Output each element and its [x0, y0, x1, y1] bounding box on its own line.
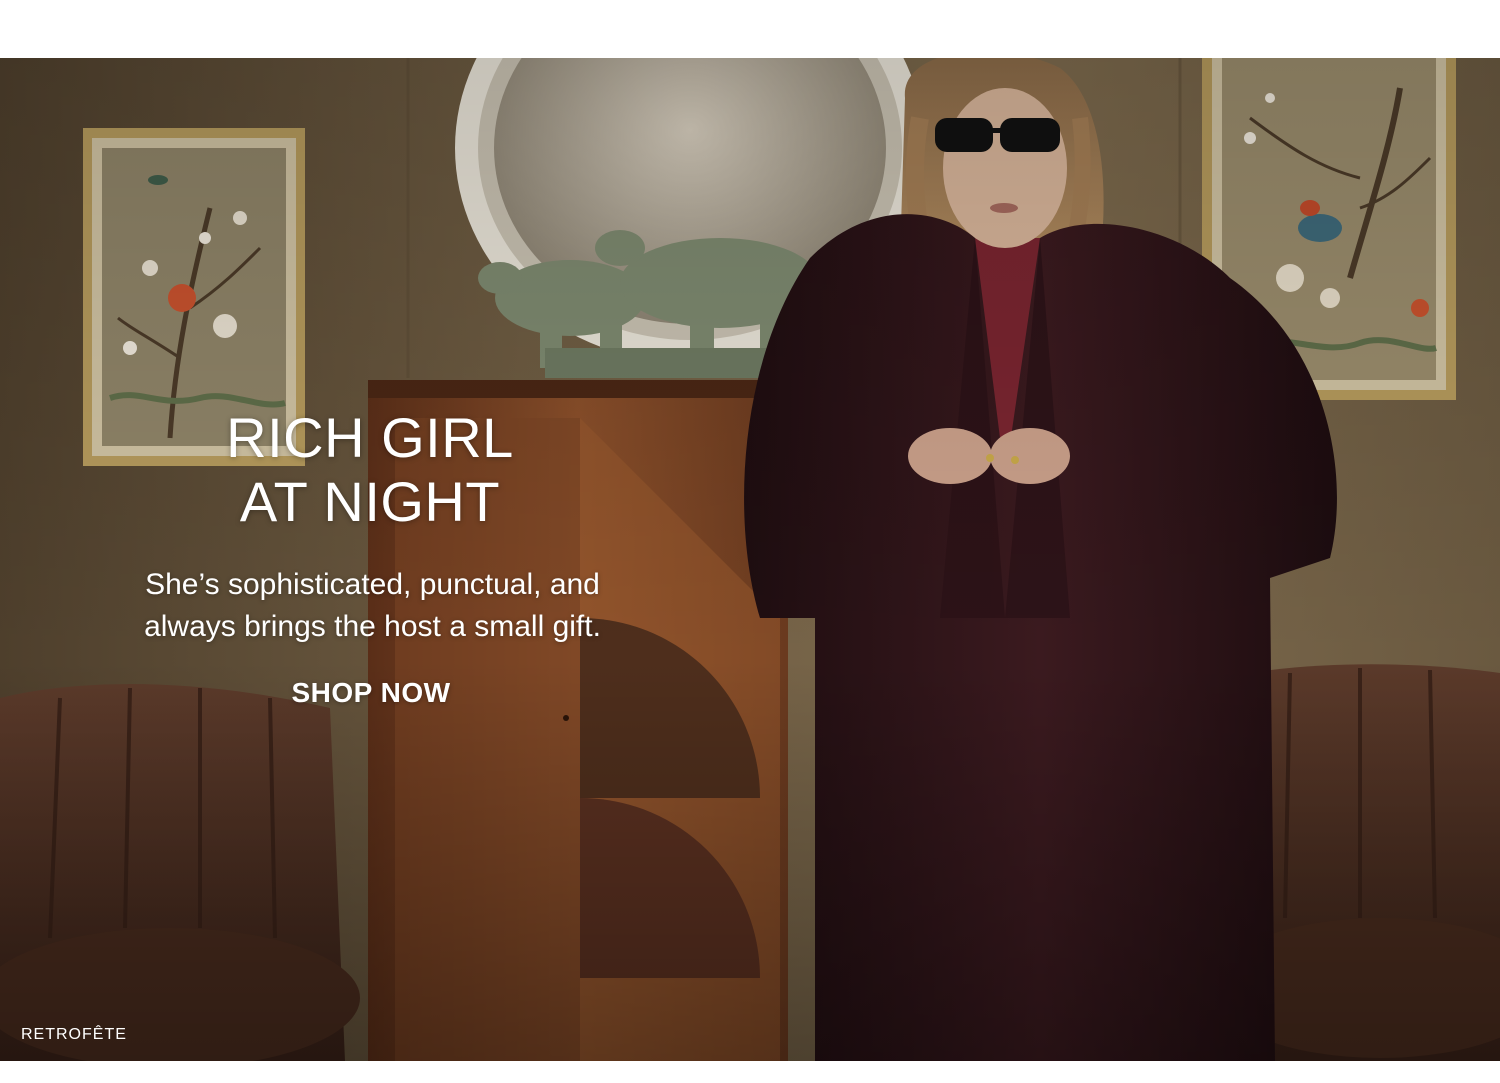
top-margin: [0, 0, 1500, 58]
headline-line-1: RICH GIRL: [226, 406, 514, 469]
shop-now-button[interactable]: SHOP NOW: [246, 677, 496, 709]
bottom-margin: [0, 1061, 1500, 1083]
brand-label: RETROFÊTE: [21, 1026, 127, 1043]
headline-line-2: AT NIGHT: [239, 470, 501, 533]
subhead-line-2: always brings the host a small gift.: [144, 610, 601, 643]
hero-banner: RICH GIRL AT NIGHT She’s sophisticated, …: [0, 58, 1500, 1061]
subhead-line-1: She’s sophisticated, punctual, and: [145, 568, 600, 601]
hero-headline: RICH GIRL AT NIGHT: [160, 406, 580, 534]
hero-subhead: She’s sophisticated, punctual, and alway…: [40, 564, 705, 648]
hero-image: [0, 58, 1500, 1061]
